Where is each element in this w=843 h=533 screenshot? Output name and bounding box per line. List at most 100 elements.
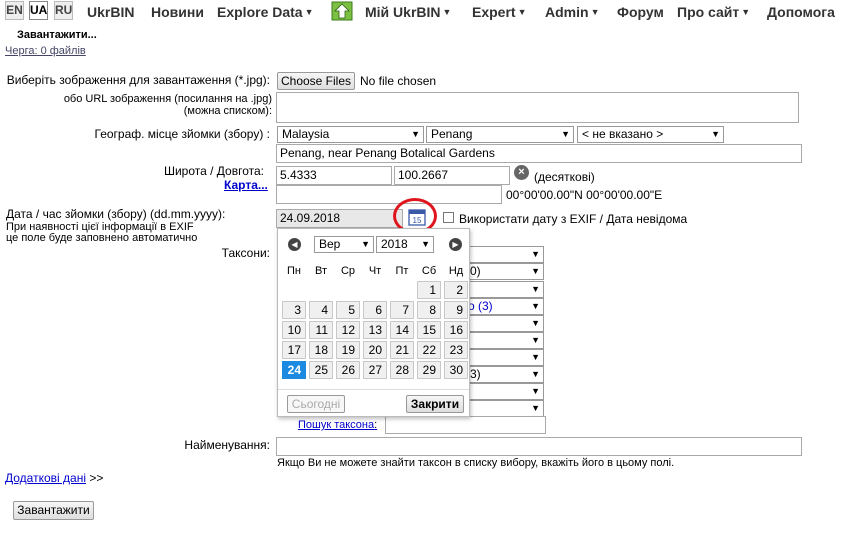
chevron-down-icon: ▼ <box>411 129 420 139</box>
nav-explore-data[interactable]: Explore Data ▼ <box>217 4 314 20</box>
calendar-day[interactable]: 28 <box>390 361 414 379</box>
calendar-day[interactable]: 29 <box>417 361 441 379</box>
calendar-day[interactable]: 16 <box>444 321 468 339</box>
chevron-down-icon: ▼ <box>304 7 314 17</box>
year-select[interactable]: 2018 ▼ <box>376 236 434 253</box>
additional-link[interactable]: Додаткові дані <box>5 471 86 485</box>
exif-checkbox[interactable] <box>443 212 454 223</box>
home-upload-icon[interactable] <box>331 1 353 21</box>
chevron-down-icon: ▼ <box>531 386 540 396</box>
calendar-day[interactable]: 27 <box>363 361 387 379</box>
country-select[interactable]: Malaysia ▼ <box>277 126 424 143</box>
nav-expert[interactable]: Expert ▼ <box>472 4 527 20</box>
nav-ukrbin[interactable]: UkrBIN <box>87 4 134 20</box>
calendar-day[interactable]: 20 <box>363 341 387 359</box>
month-select[interactable]: Вер ▼ <box>314 236 374 253</box>
chevron-down-icon: ▼ <box>531 249 540 259</box>
url-textarea[interactable] <box>276 92 799 123</box>
nav-my-ukrbin-label: Мій UkrBIN <box>365 4 441 20</box>
calendar-day[interactable]: 5 <box>336 301 360 319</box>
dms-input[interactable] <box>276 185 502 204</box>
nav-help[interactable]: Допомога <box>767 4 835 20</box>
chevron-down-icon: ▼ <box>561 129 570 139</box>
chevron-down-icon: ▼ <box>741 7 751 17</box>
calendar-day[interactable]: 9 <box>444 301 468 319</box>
clear-coords-icon[interactable]: × <box>514 165 529 180</box>
weekday-header: Вт <box>314 265 327 277</box>
chevron-down-icon: ▼ <box>531 335 540 345</box>
lang-ru[interactable]: RU <box>54 1 73 20</box>
calendar-day[interactable]: 4 <box>309 301 333 319</box>
calendar-day[interactable]: 2 <box>444 281 468 299</box>
date-input[interactable]: 24.09.2018 <box>276 209 403 228</box>
name-label: Найменування: <box>184 438 270 452</box>
nav-my-ukrbin[interactable]: Мій UkrBIN ▼ <box>365 4 451 20</box>
calendar-day[interactable]: 6 <box>363 301 387 319</box>
today-button[interactable]: Сьогодні <box>287 395 345 413</box>
chevron-down-icon: ▼ <box>590 7 600 17</box>
nav-news[interactable]: Новини <box>151 4 204 20</box>
calendar-day[interactable]: 21 <box>390 341 414 359</box>
additional-suffix: >> <box>89 471 104 485</box>
choose-files-button[interactable]: Choose Files <box>277 72 355 90</box>
calendar-day[interactable]: 22 <box>417 341 441 359</box>
locality-input[interactable]: Penang, near Penang Botalical Gardens <box>276 144 802 163</box>
calendar-day[interactable]: 10 <box>282 321 306 339</box>
country-value: Malaysia <box>282 127 330 141</box>
calendar-day[interactable]: 25 <box>309 361 333 379</box>
taxon-search-input[interactable] <box>385 416 546 434</box>
nav-admin[interactable]: Admin ▼ <box>545 4 599 20</box>
calendar-day[interactable]: 23 <box>444 341 468 359</box>
file-status: No file chosen <box>360 74 437 88</box>
chevron-down-icon: ▼ <box>361 239 370 249</box>
weekday-header: Пт <box>395 265 409 277</box>
url-label-1: обо URL зображення (посилання на .jpg) <box>63 93 272 105</box>
chevron-down-icon: ▼ <box>531 284 540 294</box>
calendar-day[interactable]: 30 <box>444 361 468 379</box>
year-value: 2018 <box>381 237 408 251</box>
calendar-day[interactable]: 8 <box>417 301 441 319</box>
name-input[interactable] <box>276 437 802 456</box>
chevron-down-icon: ▼ <box>531 301 540 311</box>
longitude-input[interactable]: 100.2667 <box>394 166 510 185</box>
name-hint: Якщо Ви не можете знайти таксон в списку… <box>277 457 675 469</box>
map-link[interactable]: Карта... <box>224 178 268 192</box>
calendar-day[interactable]: 12 <box>336 321 360 339</box>
calendar-day[interactable]: 26 <box>336 361 360 379</box>
chevron-down-icon: ▼ <box>531 369 540 379</box>
queue-link[interactable]: Черга: 0 файлів <box>5 45 86 57</box>
chevron-down-icon: ▼ <box>421 239 430 249</box>
calendar-day[interactable]: 17 <box>282 341 306 359</box>
date-note-2: це поле буде заповнено автоматично <box>6 232 198 244</box>
additional-data[interactable]: Додаткові дані >> <box>5 471 103 485</box>
district-select[interactable]: < не вказано > ▼ <box>577 126 724 143</box>
calendar-day[interactable]: 3 <box>282 301 306 319</box>
url-label-2: (можна списком): <box>183 105 272 117</box>
nav-about[interactable]: Про сайт ▼ <box>677 4 750 20</box>
calendar-day[interactable]: 19 <box>336 341 360 359</box>
nav-about-label: Про сайт <box>677 4 740 20</box>
weekday-header: Ср <box>340 265 356 277</box>
lang-ua[interactable]: UA <box>29 1 48 20</box>
chevron-down-icon: ▼ <box>442 7 452 17</box>
calendar-day[interactable]: 13 <box>363 321 387 339</box>
calendar-day[interactable]: 18 <box>309 341 333 359</box>
calendar-day-selected[interactable]: 24 <box>282 361 306 379</box>
calendar-day[interactable]: 11 <box>309 321 333 339</box>
calendar-day[interactable]: 1 <box>417 281 441 299</box>
next-month-icon[interactable]: ▶ <box>449 238 462 251</box>
file-label: Виберіть зображення для завантаження (*.… <box>6 73 270 87</box>
calendar-day[interactable]: 7 <box>390 301 414 319</box>
chevron-down-icon: ▼ <box>517 7 527 17</box>
region-select[interactable]: Penang ▼ <box>426 126 574 143</box>
region-value: Penang <box>431 127 473 141</box>
latitude-input[interactable]: 5.4333 <box>276 166 392 185</box>
prev-month-icon[interactable]: ◀ <box>288 238 301 251</box>
calendar-day[interactable]: 14 <box>390 321 414 339</box>
taxon-search-link[interactable]: Пошук таксона: <box>298 419 377 431</box>
calendar-day[interactable]: 15 <box>417 321 441 339</box>
nav-forum[interactable]: Форум <box>617 4 664 20</box>
lang-en[interactable]: EN <box>5 1 24 20</box>
submit-button[interactable]: Завантажити <box>13 501 94 520</box>
close-calendar-button[interactable]: Закрити <box>406 395 464 413</box>
